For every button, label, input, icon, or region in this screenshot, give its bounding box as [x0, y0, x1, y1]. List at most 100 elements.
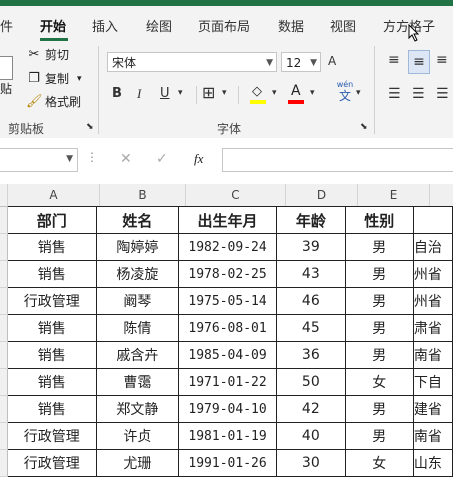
- name-cell[interactable]: 戚含卉: [95, 341, 179, 369]
- gender-cell[interactable]: 女: [344, 368, 414, 396]
- cut-button[interactable]: ✂ 剪切: [26, 46, 69, 63]
- insert-function-button[interactable]: fx: [194, 151, 203, 167]
- birth-date-cell[interactable]: 1975-05-14: [177, 287, 278, 315]
- gender-cell[interactable]: 男: [344, 422, 414, 450]
- font-color-button[interactable]: A: [288, 83, 306, 104]
- chevron-down-icon[interactable]: ▾: [272, 88, 277, 98]
- tab-data[interactable]: 数据: [278, 16, 304, 35]
- paste-button[interactable]: [0, 56, 13, 80]
- dialog-launcher-icon[interactable]: ⬊: [86, 122, 94, 132]
- department-cell[interactable]: 行政管理: [6, 449, 97, 477]
- tab-file[interactable]: 件: [0, 16, 13, 35]
- gender-cell[interactable]: 男: [344, 395, 414, 423]
- enter-icon[interactable]: ✓: [156, 151, 168, 167]
- borders-icon[interactable]: ⊞: [202, 83, 215, 102]
- age-cell[interactable]: 42: [276, 395, 346, 423]
- age-cell[interactable]: 45: [276, 314, 346, 342]
- gender-cell[interactable]: 男: [344, 314, 414, 342]
- department-cell[interactable]: 行政管理: [6, 287, 97, 315]
- column-header-b[interactable]: B: [100, 184, 186, 206]
- age-cell[interactable]: 39: [276, 233, 346, 261]
- name-cell[interactable]: 郑文静: [95, 395, 179, 423]
- column-header-c[interactable]: C: [186, 184, 286, 206]
- name-cell[interactable]: 杨凌旋: [95, 260, 179, 288]
- row-header[interactable]: [0, 287, 8, 315]
- dialog-launcher-icon[interactable]: ⬊: [360, 122, 368, 132]
- gender-cell[interactable]: 女: [344, 449, 414, 477]
- fill-color-button[interactable]: ◇: [250, 84, 268, 104]
- address-cell[interactable]: 州省: [412, 260, 453, 288]
- address-cell[interactable]: 肃省: [412, 314, 453, 342]
- address-cell[interactable]: 自治: [412, 233, 453, 261]
- age-cell[interactable]: 43: [276, 260, 346, 288]
- format-painter-button[interactable]: 🖌 格式刷: [26, 93, 81, 110]
- birth-date-cell[interactable]: 1976-08-01: [177, 314, 278, 342]
- increase-font-size-icon[interactable]: A: [328, 54, 336, 68]
- address-cell[interactable]: 山东: [412, 449, 453, 477]
- address-cell[interactable]: 南省: [412, 341, 453, 369]
- address-cell[interactable]: 南省: [412, 422, 453, 450]
- row-header[interactable]: [0, 395, 8, 423]
- align-right-icon[interactable]: ☰: [436, 86, 449, 102]
- gender-cell[interactable]: 男: [344, 341, 414, 369]
- align-bottom-icon[interactable]: ≡: [436, 52, 448, 68]
- row-header[interactable]: [0, 368, 8, 396]
- department-cell[interactable]: 销售: [6, 260, 97, 288]
- row-header[interactable]: [0, 341, 8, 369]
- header-cell[interactable]: 年龄: [276, 206, 346, 234]
- header-cell[interactable]: 姓名: [95, 206, 179, 234]
- birth-date-cell[interactable]: 1978-02-25: [177, 260, 278, 288]
- chevron-down-icon[interactable]: ▾: [310, 88, 315, 98]
- row-header[interactable]: [0, 422, 8, 450]
- cancel-icon[interactable]: ✕: [120, 151, 132, 167]
- department-cell[interactable]: 销售: [6, 341, 97, 369]
- italic-button[interactable]: I: [137, 86, 141, 102]
- chevron-down-icon[interactable]: ▾: [222, 88, 227, 98]
- column-header-e[interactable]: E: [358, 184, 430, 206]
- age-cell[interactable]: 50: [276, 368, 346, 396]
- address-cell[interactable]: 州省: [412, 287, 453, 315]
- header-cell[interactable]: 出生年月: [177, 206, 278, 234]
- row-header[interactable]: [0, 206, 8, 234]
- name-cell[interactable]: 陈倩: [95, 314, 179, 342]
- align-middle-icon[interactable]: ≡: [408, 50, 430, 74]
- tab-home[interactable]: 开始: [40, 16, 66, 35]
- chevron-down-icon[interactable]: ▼: [66, 154, 73, 164]
- birth-date-cell[interactable]: 1981-01-19: [177, 422, 278, 450]
- header-cell[interactable]: 性别: [344, 206, 414, 234]
- row-header[interactable]: [0, 449, 8, 477]
- tab-insert[interactable]: 插入: [92, 16, 118, 35]
- department-cell[interactable]: 销售: [6, 314, 97, 342]
- tab-draw[interactable]: 绘图: [146, 16, 172, 35]
- align-top-icon[interactable]: ≡: [388, 52, 400, 68]
- birth-date-cell[interactable]: 1979-04-10: [177, 395, 278, 423]
- name-box[interactable]: ▼: [0, 148, 78, 172]
- bold-button[interactable]: B: [112, 86, 122, 101]
- header-cell[interactable]: [412, 206, 453, 234]
- gender-cell[interactable]: 男: [344, 260, 414, 288]
- row-header[interactable]: [0, 260, 8, 288]
- name-cell[interactable]: 阚琴: [95, 287, 179, 315]
- name-cell[interactable]: 尤珊: [95, 449, 179, 477]
- select-all-corner[interactable]: [0, 184, 8, 206]
- department-cell[interactable]: 销售: [6, 233, 97, 261]
- row-header[interactable]: [0, 233, 8, 261]
- gender-cell[interactable]: 男: [344, 287, 414, 315]
- align-left-icon[interactable]: ☰: [388, 86, 401, 102]
- gender-cell[interactable]: 男: [344, 233, 414, 261]
- birth-date-cell[interactable]: 1985-04-09: [177, 341, 278, 369]
- name-cell[interactable]: 曹霭: [95, 368, 179, 396]
- column-header-d[interactable]: D: [286, 184, 358, 206]
- row-header[interactable]: [0, 314, 8, 342]
- chevron-down-icon[interactable]: ▾: [178, 88, 183, 98]
- tab-page-layout[interactable]: 页面布局: [198, 16, 250, 35]
- underline-button[interactable]: U: [160, 86, 170, 101]
- birth-date-cell[interactable]: 1991-01-26: [177, 449, 278, 477]
- age-cell[interactable]: 30: [276, 449, 346, 477]
- department-cell[interactable]: 销售: [6, 368, 97, 396]
- chevron-down-icon[interactable]: ▾: [356, 88, 361, 98]
- column-header-f[interactable]: [430, 184, 453, 206]
- age-cell[interactable]: 40: [276, 422, 346, 450]
- address-cell[interactable]: 建省: [412, 395, 453, 423]
- age-cell[interactable]: 46: [276, 287, 346, 315]
